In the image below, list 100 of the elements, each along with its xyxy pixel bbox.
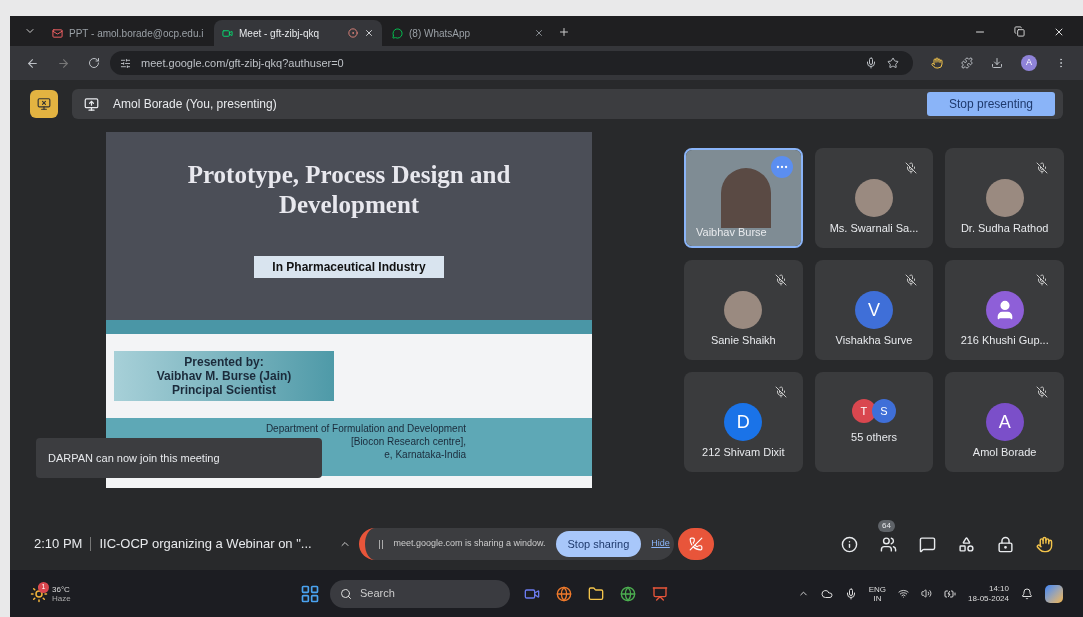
presenter-text: Presented by: — [184, 355, 264, 369]
microphone-icon[interactable] — [844, 587, 857, 600]
slide-subtitle: In Pharmaceutical Industry — [254, 256, 444, 278]
participant-tile[interactable]: D 212 Shivam Dixit — [684, 372, 803, 472]
participant-tile[interactable]: Dr. Sudha Rathod — [945, 148, 1064, 248]
start-icon[interactable] — [300, 583, 320, 604]
tab-title: PPT - amol.borade@ocp.edu.i — [69, 26, 204, 41]
recording-icon — [348, 28, 358, 38]
host-controls-icon[interactable] — [997, 535, 1014, 553]
mic-muted-icon — [1036, 274, 1048, 286]
participant-name: 55 others — [851, 429, 897, 445]
info-icon[interactable] — [841, 535, 858, 553]
region-text[interactable]: IN — [873, 593, 882, 603]
search-placeholder: Search — [360, 586, 395, 602]
url-text: meet.google.com/gft-zibj-qkq?authuser=0 — [141, 55, 345, 71]
reload-icon[interactable] — [88, 57, 100, 69]
date-text[interactable]: 18-05-2024 — [968, 593, 1009, 604]
close-icon[interactable] — [1053, 26, 1065, 38]
participant-tile[interactable]: Ms. Swarnali Sa... — [814, 148, 934, 248]
pause-icon — [379, 539, 384, 549]
folder-icon[interactable] — [588, 585, 604, 602]
back-icon[interactable] — [26, 56, 39, 70]
mic-muted-icon — [905, 162, 918, 174]
address-bar[interactable]: meet.google.com/gft-zibj-qkq?authuser=0 — [110, 51, 913, 75]
search-icon — [340, 587, 352, 600]
hide-link[interactable]: Hide — [651, 537, 670, 551]
present-badge — [30, 90, 58, 118]
browser-icon[interactable] — [620, 585, 636, 602]
participant-name: Vaibhav Burse — [696, 224, 767, 240]
volume-icon[interactable] — [921, 588, 933, 599]
mic-muted-icon — [774, 274, 787, 286]
participant-name: Sanie Shaikh — [709, 332, 777, 348]
chat-icon — [392, 27, 403, 39]
hand-icon[interactable] — [931, 57, 943, 69]
department-text: Department of Formulation and Development — [265, 422, 466, 435]
chat-icon[interactable] — [919, 535, 936, 553]
meeting-title: IIC-OCP organizing a Webinar on "... — [99, 535, 313, 554]
copilot-icon[interactable] — [1045, 584, 1063, 603]
browser-icon[interactable] — [556, 585, 572, 602]
department-text: e, Karnataka-India — [384, 448, 466, 461]
mic-muted-icon — [1036, 386, 1048, 398]
bookmark-star-icon[interactable] — [887, 57, 899, 69]
slide-title: Prototype, Process Design and Development — [186, 160, 512, 220]
stop-presenting-button[interactable]: Stop presenting — [927, 92, 1055, 116]
avatar: D — [724, 403, 763, 441]
department-text: [Biocon Research centre], — [350, 435, 466, 448]
weather-text: Haze — [52, 593, 71, 603]
avatar: V — [855, 291, 893, 329]
people-count-badge: 64 — [878, 519, 895, 532]
microphone-icon[interactable] — [865, 57, 877, 69]
end-call-button[interactable] — [677, 528, 714, 560]
temperature-text: 36°C — [52, 584, 71, 594]
participant-name: 212 Shivam Dixit — [701, 444, 786, 460]
mic-muted-icon — [774, 386, 787, 398]
participant-name: Dr. Sudha Rathod — [959, 220, 1050, 236]
cloud-icon[interactable] — [820, 587, 833, 600]
browser-tab[interactable]: PPT - amol.borade@ocp.edu.i — [44, 20, 212, 46]
participant-tile[interactable]: A Amol Borade — [945, 372, 1064, 472]
restore-icon[interactable] — [1014, 26, 1025, 37]
browser-tab[interactable]: (8) WhatsApp — [384, 20, 552, 46]
participant-name: Amol Borade — [971, 444, 1038, 460]
bell-icon[interactable] — [1021, 587, 1033, 600]
forward-icon[interactable] — [57, 56, 70, 70]
hand-icon[interactable] — [1036, 535, 1053, 553]
download-icon[interactable] — [991, 57, 1003, 69]
avatar: S — [872, 398, 896, 423]
search-field[interactable]: Search — [330, 579, 510, 608]
activities-icon[interactable] — [958, 535, 975, 553]
end-call-icon — [688, 537, 703, 551]
present-screen-icon — [84, 96, 99, 112]
avatar — [855, 179, 893, 217]
meeting-time: 2:10 PM — [34, 535, 83, 554]
avatar — [724, 291, 763, 329]
participant-tile[interactable]: T S 55 others — [814, 372, 934, 472]
video-icon — [222, 27, 233, 39]
sharing-notice: meet.google.com is sharing a window. — [393, 537, 546, 551]
avatar: A — [985, 403, 1024, 441]
wifi-icon[interactable] — [898, 588, 910, 599]
stop-sharing-button[interactable]: Stop sharing — [555, 531, 642, 557]
avatar — [985, 179, 1024, 217]
tab-title: Meet - gft-zibj-qkq — [239, 26, 321, 41]
close-icon[interactable] — [364, 28, 374, 38]
people-icon[interactable] — [880, 535, 897, 553]
battery-icon[interactable] — [944, 587, 957, 600]
slides-app-icon[interactable] — [652, 585, 668, 602]
participant-tile[interactable]: Sanie Shaikh — [684, 260, 803, 360]
extensions-icon[interactable] — [961, 57, 973, 69]
language-text[interactable]: ENG — [868, 584, 887, 594]
site-settings-icon[interactable] — [120, 57, 131, 69]
browser-tab[interactable]: Meet - gft-zibj-qkq — [214, 20, 382, 46]
participant-tile[interactable]: 216 Khushi Gup... — [945, 260, 1064, 360]
avatar: T — [852, 398, 876, 423]
clock-text[interactable]: 14:10 — [988, 583, 1009, 594]
participant-name: 216 Khushi Gup... — [959, 332, 1050, 348]
mail-icon — [52, 27, 63, 39]
presenter-text: Vaibhav M. Burse (Jain) — [156, 369, 292, 383]
participant-tile[interactable]: V Vishakha Surve — [814, 260, 934, 360]
new-tab-icon[interactable] — [558, 26, 570, 38]
participant-name: Vishakha Surve — [834, 332, 914, 348]
mic-muted-icon — [1036, 162, 1048, 174]
